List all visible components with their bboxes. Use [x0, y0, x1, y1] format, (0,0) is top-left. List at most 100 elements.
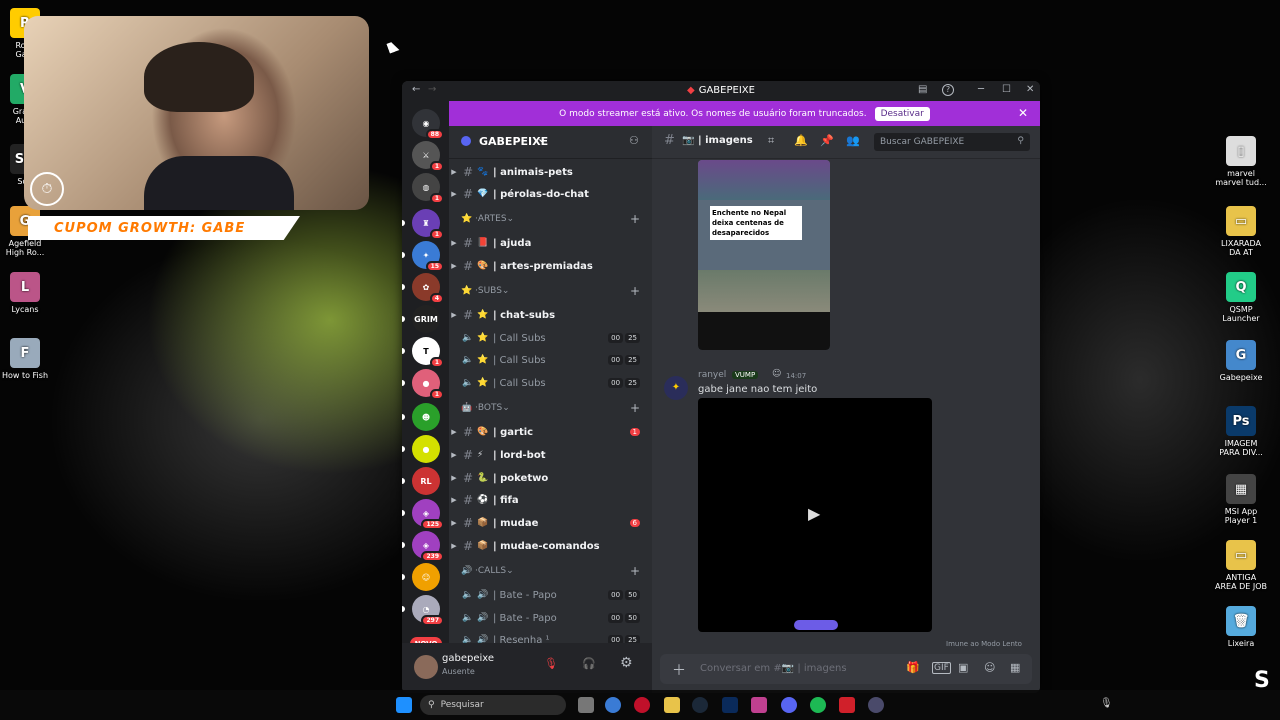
settings-gear-icon[interactable]: ⚙	[620, 655, 633, 671]
voice-channel[interactable]: 🔈 ⭐ | Call Subs 00 25	[449, 350, 652, 370]
desktop-icon-right-0[interactable]: ▯ marvel marvel tud...	[1210, 136, 1272, 187]
server-icon[interactable]: ◈ 239	[402, 531, 444, 562]
author-avatar[interactable]: ✦	[664, 376, 688, 400]
pin-icon[interactable]: 📌	[820, 134, 834, 147]
message-composer[interactable]: ＋ Conversar em #📷 | imagens 🎁 GIF ▣ ☺ ▦	[660, 654, 1032, 684]
server-icon[interactable]: RL	[402, 467, 440, 495]
discord-taskbar-icon[interactable]	[781, 697, 797, 713]
desktop-icon-right-5[interactable]: ▦ MSI App Player 1	[1210, 474, 1272, 525]
opera-icon[interactable]	[634, 697, 650, 713]
headset-muted-icon[interactable]: 🎧	[582, 657, 596, 670]
server-icon[interactable]: ◈ 125	[402, 499, 444, 530]
invite-icon[interactable]: ⚇	[629, 134, 639, 147]
threads-icon[interactable]: ⌗	[768, 134, 774, 148]
server-icon[interactable]: GRIM	[402, 305, 440, 333]
server-icon[interactable]: ◍ 1	[412, 173, 444, 204]
gift-icon[interactable]: 🎁	[906, 661, 920, 674]
bell-icon[interactable]: 🔔	[794, 134, 808, 147]
voice-channel[interactable]: 🔈 ⭐ | Call Subs 00 25	[449, 328, 652, 348]
create-channel-icon[interactable]: +	[630, 212, 640, 226]
desktop-icon-right-6[interactable]: ▭ ANTIGA AREA DE JOB	[1210, 540, 1272, 591]
video-progress-pill[interactable]	[794, 620, 838, 630]
text-channel[interactable]: ▶ # ⚽ | fifa	[449, 490, 652, 510]
text-channel[interactable]: ▶ # 📕 | ajuda	[449, 233, 652, 253]
inbox-icon[interactable]: ▤	[918, 84, 927, 95]
server-icon[interactable]: ☻	[402, 403, 440, 431]
text-channel[interactable]: ▶ # 🎨 | gartic 1	[449, 422, 652, 442]
category-artes[interactable]: ⭐ · ARTES ⌄ +	[449, 210, 652, 228]
apps-icon[interactable]: ▦	[1010, 661, 1020, 674]
desktop-icon-right-3[interactable]: G Gabepeixe	[1210, 340, 1272, 382]
disable-streamer-button[interactable]: Desativar	[874, 106, 930, 121]
server-icon[interactable]: ●	[402, 435, 440, 463]
steam-icon[interactable]	[692, 697, 708, 713]
spotify-icon[interactable]	[810, 697, 826, 713]
windows-start-icon[interactable]	[396, 697, 412, 713]
desktop-icon-label: How to Fish	[1, 371, 49, 380]
text-channel[interactable]: ▶ # 📦 | mudae 6	[449, 513, 652, 533]
category-bots[interactable]: 🤖 · BOTS ⌄ +	[449, 399, 652, 417]
close-notice-icon[interactable]: ✕	[1018, 106, 1028, 120]
news-image-attachment[interactable]: Enchente no Nepal deixa centenas de desa…	[698, 160, 830, 350]
taskbar-search[interactable]: ⚲ Pesquisar	[420, 695, 566, 715]
server-icon[interactable]: ⚔ 1	[412, 141, 444, 172]
maximize-icon[interactable]: ☐	[1002, 84, 1011, 95]
members-icon[interactable]: 👥	[846, 134, 860, 147]
desktop-icon-right-2[interactable]: Q QSMP Launcher	[1210, 272, 1272, 323]
file-explorer-icon[interactable]	[664, 697, 680, 713]
server-icon[interactable]: T1	[402, 337, 444, 368]
attach-plus-icon[interactable]: ＋	[672, 660, 686, 680]
voice-channel[interactable]: 🔈 🔊 | Bate - Papo 00 50	[449, 608, 652, 628]
text-channel[interactable]: ▶ # 🎨 | artes-premiadas	[449, 256, 652, 276]
server-label: GRIM	[414, 314, 438, 324]
gif-icon[interactable]: GIF	[932, 662, 951, 674]
server-icon[interactable]: ☺	[402, 563, 440, 591]
text-channel[interactable]: ▶ # 💎 | pérolas-do-chat	[449, 184, 652, 204]
text-channel[interactable]: ▶ # ⚡ | lord-bot	[449, 445, 652, 465]
arrow-app-icon[interactable]	[868, 697, 884, 713]
message-author[interactable]: ranyel	[698, 370, 726, 380]
video-attachment[interactable]: ▶	[698, 398, 932, 632]
category-calls[interactable]: 🔊 · CALLS ⌄ +	[449, 562, 652, 580]
microphone-icon[interactable]: 🎙	[1100, 698, 1113, 709]
sticker-icon[interactable]: ▣	[958, 661, 968, 674]
desktop-icon-left-5[interactable]: F How to Fish	[0, 338, 56, 380]
server-icon[interactable]: ◉ 88	[412, 109, 444, 140]
desktop-icon-label: MSI App Player 1	[1224, 507, 1258, 525]
text-channel[interactable]: ▶ # 📦 | mudae-comandos	[449, 536, 652, 556]
desktop-icon-right-7[interactable]: 🗑 Lixeira	[1210, 606, 1272, 648]
category-subs[interactable]: ⭐ · SUBS ⌄ +	[449, 282, 652, 300]
close-icon[interactable]: ✕	[1026, 84, 1034, 95]
text-channel[interactable]: ▶ # 🐾 | animais-pets	[449, 162, 652, 182]
desktop-icon-left-4[interactable]: L Lycans	[0, 272, 56, 314]
voice-count-current: 00	[608, 613, 624, 623]
server-icon[interactable]: ✿ 4	[402, 273, 444, 304]
mic-muted-icon[interactable]: 🎙	[544, 657, 558, 670]
create-channel-icon[interactable]: +	[630, 564, 640, 578]
create-channel-icon[interactable]: +	[630, 284, 640, 298]
minimize-icon[interactable]: ─	[978, 84, 984, 95]
voice-channel[interactable]: 🔈 ⭐ | Call Subs 00 25	[449, 373, 652, 393]
server-icon[interactable]: ● 1	[402, 369, 444, 400]
desktop-icon-right-1[interactable]: ▭ LIXARADA DA AT	[1210, 206, 1272, 257]
voice-channel[interactable]: 🔈 🔊 | Bate - Papo 00 50	[449, 585, 652, 605]
desktop-icon-right-4[interactable]: Ps IMAGEM PARA DIV...	[1210, 406, 1272, 457]
create-channel-icon[interactable]: +	[630, 401, 640, 415]
app-icon[interactable]	[722, 697, 738, 713]
text-channel[interactable]: ▶ # 🐍 | poketwo	[449, 468, 652, 488]
recorder-icon[interactable]	[839, 697, 855, 713]
guild-header[interactable]: GABEPEIXE ⌄ ⚇	[449, 126, 652, 159]
help-icon[interactable]: ?	[942, 84, 954, 96]
avatar[interactable]	[414, 655, 438, 679]
task-view-icon[interactable]	[578, 697, 594, 713]
text-channel[interactable]: ▶ # ⭐ | chat-subs	[449, 305, 652, 325]
play-icon[interactable]: ▶	[808, 504, 820, 523]
server-icon[interactable]: ♜ 1	[402, 209, 444, 240]
figma-icon[interactable]	[751, 697, 767, 713]
server-icon[interactable]: ✦ 15	[402, 241, 444, 272]
server-icon[interactable]: ◔ 297	[402, 595, 444, 626]
hash-icon: #	[462, 539, 474, 553]
copilot-icon[interactable]	[605, 697, 621, 713]
emoji-icon[interactable]: ☺	[984, 661, 995, 674]
search-input[interactable]: Buscar GABEPEIXE ⚲	[874, 133, 1030, 151]
